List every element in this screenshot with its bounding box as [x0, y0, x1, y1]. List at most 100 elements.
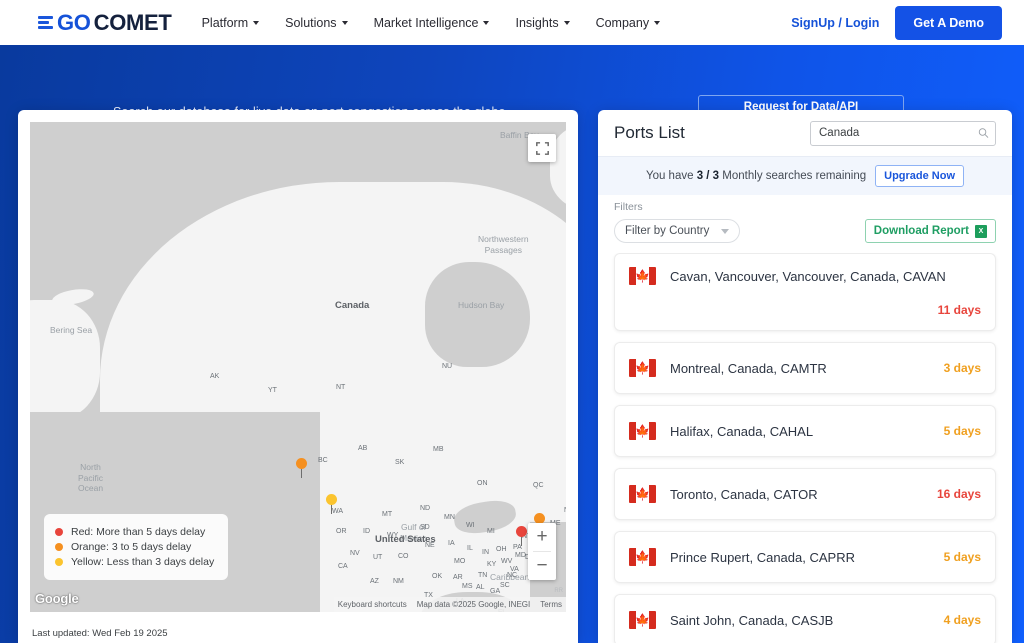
port-delay-badge: 5 days [943, 550, 981, 564]
logo-speed-lines-icon [38, 16, 53, 29]
port-name: Montreal, Canada, CAMTR [670, 360, 827, 376]
legend-label-orange: Orange: 3 to 5 days delay [71, 541, 192, 553]
get-a-demo-button[interactable]: Get A Demo [895, 5, 1002, 40]
port-list-item[interactable]: 🍁 Halifax, Canada, CAHAL 5 days [614, 405, 996, 457]
map-pin[interactable] [326, 494, 337, 514]
canada-flag-icon: 🍁 [629, 548, 656, 566]
port-name: Halifax, Canada, CAHAL [670, 423, 814, 439]
nav-item-market-intelligence[interactable]: Market Intelligence [374, 16, 490, 30]
legend-dot-orange [55, 543, 63, 551]
map-pin-head [296, 458, 307, 469]
fullscreen-button[interactable] [528, 134, 556, 162]
zoom-out-button[interactable]: − [528, 552, 556, 580]
quota-prefix: You have [645, 170, 694, 182]
filters-row: Filter by Country Download Report X [614, 219, 996, 243]
legend-row-yellow: Yellow: Less than 3 days delay [55, 556, 214, 568]
ports-list-title: Ports List [614, 123, 685, 142]
nav-item-company-label: Company [595, 15, 650, 30]
logo-text-go: GO [57, 9, 91, 35]
legend-row-orange: Orange: 3 to 5 days delay [55, 541, 214, 553]
chevron-down-icon [654, 20, 661, 25]
map-pin-head [516, 526, 527, 537]
filter-by-country-select[interactable]: Filter by Country [614, 219, 741, 243]
port-list-item[interactable]: 🍁 Toronto, Canada, CATOR 16 days [614, 468, 996, 520]
nav-item-company[interactable]: Company [596, 16, 661, 30]
chevron-down-icon [483, 20, 490, 25]
canada-flag-icon: 🍁 [629, 611, 656, 629]
nav-item-platform[interactable]: Platform [202, 16, 260, 30]
ports-list-panel: Ports List You have 3 / 3 Monthly search… [598, 110, 1012, 643]
map-card: Baffin Bay Northwestern Passages Hudson Ba… [18, 110, 578, 643]
chevron-down-icon [253, 20, 260, 25]
port-list-item[interactable]: 🍁 Cavan, Vancouver, Vancouver, Canada, CA… [614, 253, 996, 331]
map-pin-head [326, 494, 337, 505]
landmass-siberia-edge [30, 300, 100, 420]
map-rr-label: RR [554, 588, 563, 594]
quota-text: You have 3 / 3 Monthly searches remainin… [646, 170, 866, 182]
upgrade-now-button[interactable]: Upgrade Now [875, 165, 965, 187]
ports-panel-header: Ports List [598, 110, 1012, 156]
hudson-bay-water [425, 262, 530, 367]
canada-flag-icon: 🍁 [629, 422, 656, 440]
chevron-down-icon [721, 228, 730, 234]
download-report-label: Download Report [873, 225, 969, 237]
canada-flag-icon: 🍁 [629, 267, 656, 285]
port-delay-badge: 5 days [943, 424, 981, 438]
keyboard-shortcuts-link[interactable]: Keyboard shortcuts [338, 600, 407, 609]
port-list-item[interactable]: 🍁 Montreal, Canada, CAMTR 3 days [614, 342, 996, 394]
nav-item-platform-label: Platform [201, 15, 249, 30]
map-pin[interactable] [516, 526, 527, 546]
filter-by-country-label: Filter by Country [625, 225, 710, 237]
chevron-down-icon [563, 20, 570, 25]
port-name: Cavan, Vancouver, Vancouver, Canada, CAV… [670, 268, 946, 284]
legend-label-red: Red: More than 5 days delay [71, 526, 206, 538]
legend-row-red: Red: More than 5 days delay [55, 526, 214, 538]
google-map[interactable]: Baffin Bay Northwestern Passages Hudson Ba… [30, 122, 566, 612]
quota-suffix: Monthly searches remaining [722, 170, 867, 182]
google-logo: Google [35, 591, 79, 606]
zoom-in-button[interactable]: + [528, 523, 556, 551]
search-input[interactable] [810, 120, 996, 146]
fullscreen-icon [535, 141, 549, 155]
legend-dot-yellow [55, 558, 63, 566]
legend-label-yellow: Yellow: Less than 3 days delay [71, 556, 215, 568]
canada-flag-icon: 🍁 [629, 485, 656, 503]
port-search [810, 120, 996, 146]
quota-count: 3 / 3 [696, 170, 720, 182]
filters-section: Filters Filter by Country Download Repor… [598, 195, 1012, 253]
port-delay-badge: 3 days [943, 361, 981, 375]
map-legend: Red: More than 5 days delay Orange: 3 to… [44, 514, 229, 580]
nav-actions: SignUp / Login Get A Demo [791, 5, 1002, 40]
main-menu: Platform Solutions Market Intelligence I… [202, 16, 661, 30]
nav-item-solutions[interactable]: Solutions [285, 15, 348, 30]
excel-icon: X [975, 224, 987, 238]
ports-list-scroll-area[interactable]: 🍁 Cavan, Vancouver, Vancouver, Canada, CA… [598, 253, 1012, 643]
signup-login-link[interactable]: SignUp / Login [791, 16, 879, 30]
nav-item-insights-label: Insights [515, 15, 559, 30]
map-pin[interactable] [296, 458, 307, 478]
search-quota-bar: You have 3 / 3 Monthly searches remainin… [598, 156, 1012, 195]
map-zoom-controls: + − [528, 523, 556, 580]
port-name: Saint John, Canada, CASJB [670, 612, 834, 628]
port-name: Toronto, Canada, CATOR [670, 486, 818, 502]
nav-item-solutions-label: Solutions [285, 15, 337, 30]
port-delay-badge: 16 days [936, 487, 981, 501]
port-delay-row: 11 days [629, 303, 981, 317]
last-updated-label: Last updated: Wed Feb 19 2025 [32, 628, 168, 639]
chevron-down-icon [341, 20, 348, 25]
filters-label: Filters [614, 201, 643, 213]
download-report-button[interactable]: Download Report X [864, 219, 996, 243]
terms-link[interactable]: Terms [540, 600, 562, 609]
port-list-item[interactable]: 🍁 Saint John, Canada, CASJB 4 days [614, 594, 996, 643]
legend-dot-red [55, 528, 63, 536]
nav-item-insights[interactable]: Insights [515, 15, 570, 30]
port-delay-badge: 4 days [943, 613, 981, 627]
port-delay-badge: 11 days [937, 303, 981, 317]
port-list-item[interactable]: 🍁 Prince Rupert, Canada, CAPRR 5 days [614, 531, 996, 583]
logo-text-comet: COMET [93, 9, 172, 35]
top-navigation-bar: GO COMET Platform Solutions Market Intell… [0, 0, 1024, 45]
nav-item-market-intelligence-label: Market Intelligence [373, 15, 479, 30]
map-attribution-bar: Keyboard shortcuts Map data ©2025 Google… [333, 597, 566, 612]
pacific-ocean-water [30, 412, 320, 612]
gocomet-logo[interactable]: GO COMET [38, 10, 172, 36]
